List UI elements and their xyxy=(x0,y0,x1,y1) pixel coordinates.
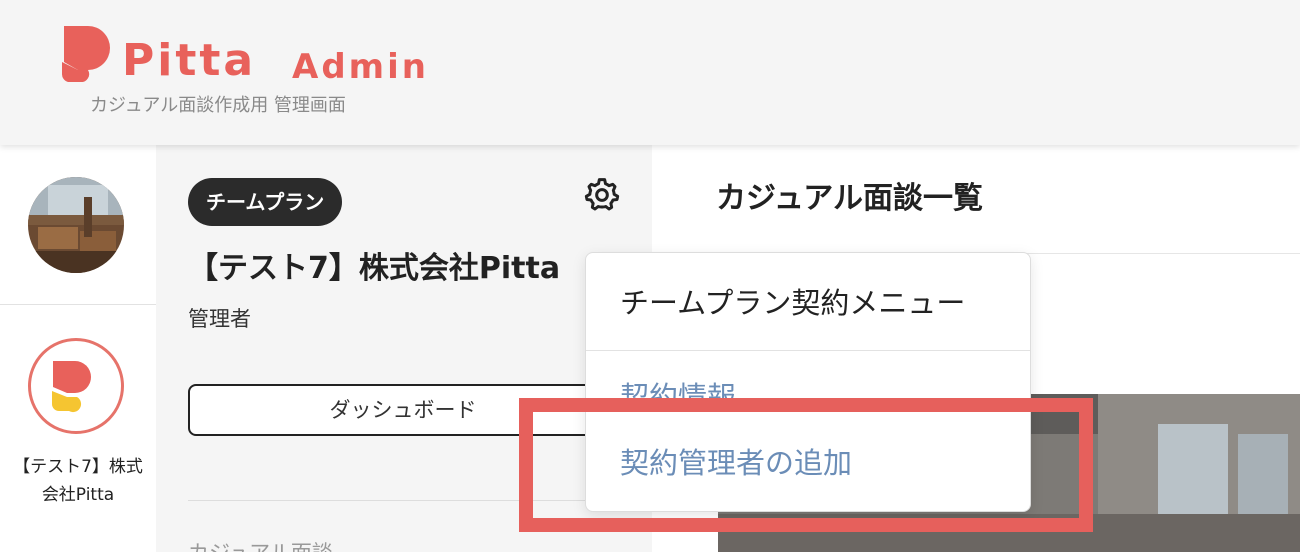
menu-divider xyxy=(586,350,1030,351)
company-title: 【テスト7】株式会社Pitta xyxy=(188,251,561,286)
pitta-logo-icon[interactable] xyxy=(60,26,110,82)
avatar-photo xyxy=(28,177,124,273)
plan-badge: チームプラン xyxy=(188,178,343,226)
company-panel: チームプラン 【テスト7】株式会社Pitta 管理者 ダッシュボード カジュアル… xyxy=(156,145,652,552)
menu-item-contract-info[interactable]: 契約情報 xyxy=(620,377,736,417)
logo-text[interactable]: Pitta xyxy=(122,38,256,84)
page-title: カジュアル面談一覧 xyxy=(716,181,983,216)
casual-interview-nav-label[interactable]: カジュアル面談 xyxy=(188,539,333,552)
gear-icon[interactable] xyxy=(582,175,622,215)
team-plan-menu: チームプラン契約メニュー 契約情報 契約管理者の追加 xyxy=(585,252,1031,512)
rail-company-name[interactable]: 【テスト7】株式会社Pitta xyxy=(0,453,156,509)
left-rail: 【テスト7】株式会社Pitta xyxy=(0,145,156,552)
panel-divider xyxy=(188,500,618,501)
menu-item-add-contract-admin[interactable]: 契約管理者の追加 xyxy=(620,443,852,483)
user-avatar[interactable] xyxy=(28,177,124,273)
rail-divider xyxy=(0,304,156,305)
logo-admin-text[interactable]: Admin xyxy=(292,48,429,86)
menu-header: チームプラン契約メニュー xyxy=(620,286,966,320)
dashboard-button[interactable]: ダッシュボード xyxy=(188,384,618,436)
header-subtitle: カジュアル面談作成用 管理画面 xyxy=(90,95,346,116)
pitta-logo-icon xyxy=(52,361,91,413)
role-label: 管理者 xyxy=(188,307,251,331)
app-header: Pitta Admin カジュアル面談作成用 管理画面 xyxy=(0,0,1300,145)
company-logo-button[interactable] xyxy=(28,338,124,434)
